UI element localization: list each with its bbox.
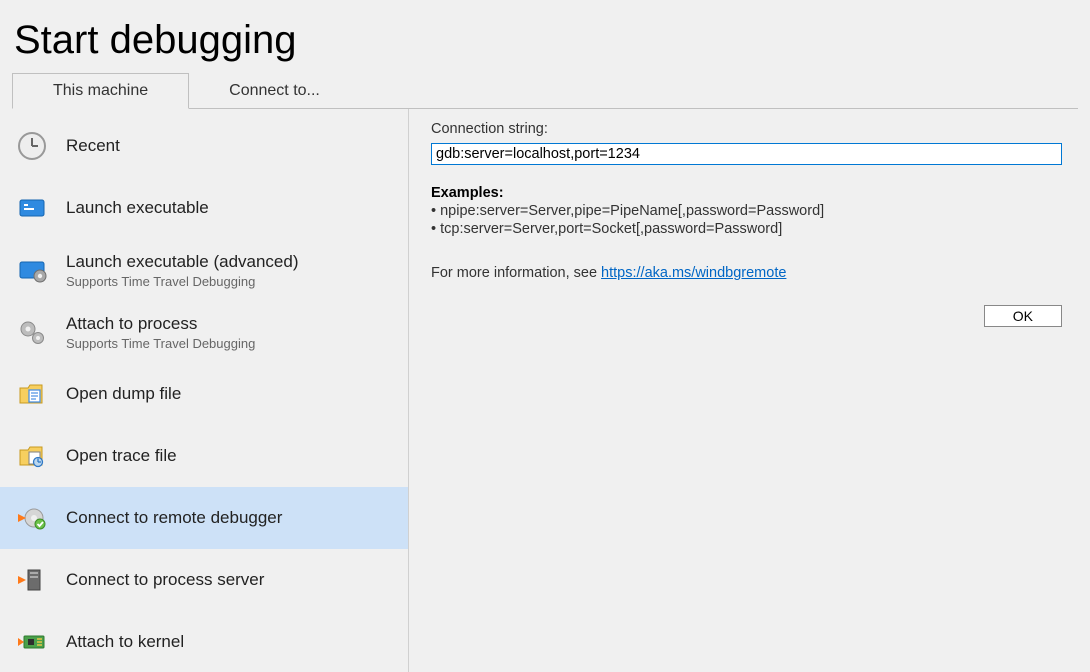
sidebar-item-label: Connect to remote debugger (66, 508, 282, 528)
sidebar-item-label: Launch executable (advanced) (66, 252, 299, 272)
tab-this-machine[interactable]: This machine (12, 73, 189, 109)
sidebar-item-texts: Open dump file (66, 384, 181, 404)
connection-string-label: Connection string: (431, 121, 1062, 137)
remote-icon (16, 502, 48, 534)
sidebar-item-texts: Recent (66, 136, 120, 156)
sidebar-item-launch[interactable]: Launch executable (0, 177, 408, 239)
gears-icon (16, 316, 48, 348)
sidebar-item-open-dump[interactable]: Open dump file (0, 363, 408, 425)
sidebar-item-launch-adv[interactable]: Launch executable (advanced) Supports Ti… (0, 239, 408, 301)
sidebar-item-label: Connect to process server (66, 570, 264, 590)
more-info-prefix: For more information, see (431, 265, 601, 281)
sidebar-item-texts: Attach to kernel (66, 632, 184, 652)
sidebar: Recent Launch executable (0, 109, 409, 672)
example-line: • tcp:server=Server,port=Socket[,passwor… (431, 221, 1062, 237)
sidebar-item-texts: Launch executable (advanced) Supports Ti… (66, 252, 299, 289)
more-info-link[interactable]: https://aka.ms/windbgremote (601, 265, 786, 281)
connection-string-input[interactable] (431, 143, 1062, 165)
sidebar-item-process-server[interactable]: Connect to process server (0, 549, 408, 611)
sidebar-item-label: Attach to kernel (66, 632, 184, 652)
sidebar-item-texts: Launch executable (66, 198, 209, 218)
sidebar-item-label: Open trace file (66, 446, 177, 466)
kernel-icon (16, 626, 48, 658)
examples-heading: Examples: (431, 185, 1062, 201)
more-info: For more information, see https://aka.ms… (431, 265, 1062, 281)
sidebar-item-texts: Connect to remote debugger (66, 508, 282, 528)
trace-icon (16, 440, 48, 472)
sidebar-item-label: Open dump file (66, 384, 181, 404)
sidebar-item-attach[interactable]: Attach to process Supports Time Travel D… (0, 301, 408, 363)
sidebar-item-texts: Open trace file (66, 446, 177, 466)
sidebar-item-kernel[interactable]: Attach to kernel (0, 611, 408, 672)
sidebar-item-open-trace[interactable]: Open trace file (0, 425, 408, 487)
launch-icon (16, 192, 48, 224)
detail-pane: Connection string: Examples: • npipe:ser… (409, 109, 1090, 672)
sidebar-item-label: Launch executable (66, 198, 209, 218)
sidebar-item-recent[interactable]: Recent (0, 115, 408, 177)
sidebar-item-sub: Supports Time Travel Debugging (66, 274, 299, 289)
ok-button[interactable]: OK (984, 305, 1062, 327)
launch-adv-icon (16, 254, 48, 286)
server-icon (16, 564, 48, 596)
ok-row: OK (431, 305, 1062, 327)
example-line: • npipe:server=Server,pipe=PipeName[,pas… (431, 203, 1062, 219)
sidebar-item-remote-dbg[interactable]: Connect to remote debugger (0, 487, 408, 549)
tab-connect-to[interactable]: Connect to... (189, 74, 360, 108)
page-title: Start debugging (0, 0, 1090, 73)
sidebar-item-label: Attach to process (66, 314, 255, 334)
tabs: This machine Connect to... (12, 73, 1078, 109)
sidebar-item-texts: Attach to process Supports Time Travel D… (66, 314, 255, 351)
sidebar-item-label: Recent (66, 136, 120, 156)
sidebar-item-sub: Supports Time Travel Debugging (66, 336, 255, 351)
body: Recent Launch executable (0, 109, 1090, 672)
clock-icon (16, 130, 48, 162)
sidebar-item-texts: Connect to process server (66, 570, 264, 590)
dump-icon (16, 378, 48, 410)
